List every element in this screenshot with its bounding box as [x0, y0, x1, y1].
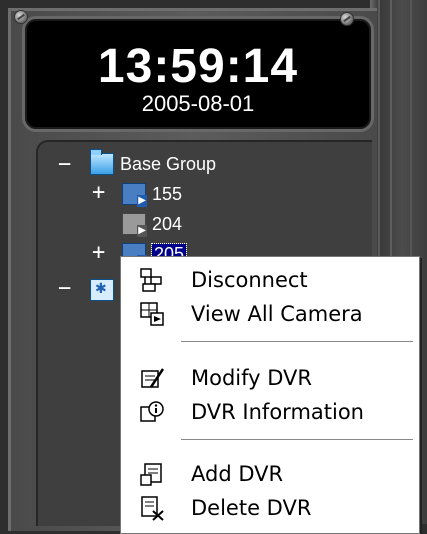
- menu-item-label: Add DVR: [191, 462, 284, 486]
- menu-separator: [181, 341, 413, 343]
- menu-item-view-all-camera[interactable]: View All Camera: [121, 297, 419, 331]
- dvr-information-icon: [139, 399, 165, 425]
- clock-date: 2005-08-01: [141, 91, 255, 116]
- menu-item-disconnect[interactable]: Disconnect: [121, 263, 419, 297]
- dvr-connected-icon: [122, 183, 148, 207]
- clock-display: 13:59:14 2005-08-01: [22, 16, 374, 132]
- view-all-camera-icon: [139, 301, 165, 327]
- menu-item-delete-dvr[interactable]: Delete DVR: [121, 491, 419, 525]
- tree-expand-toggle[interactable]: +: [92, 180, 105, 205]
- tree-collapse-toggle[interactable]: −: [58, 276, 71, 301]
- menu-item-label: Delete DVR: [191, 496, 312, 520]
- tree-item-204[interactable]: 204: [122, 212, 183, 237]
- menu-separator: [181, 439, 413, 441]
- screw-icon: [14, 10, 28, 24]
- delete-dvr-icon: [139, 495, 165, 521]
- tree-item-base-group[interactable]: Base Group: [90, 149, 217, 176]
- context-menu: Disconnect View All Camera Modify DVR DV…: [120, 256, 420, 534]
- favorite-folder-icon: [90, 279, 114, 301]
- tree-expand-toggle[interactable]: +: [92, 240, 105, 265]
- menu-item-label: Disconnect: [191, 268, 308, 292]
- tree-item-label: 155: [152, 183, 183, 204]
- tree-collapse-toggle[interactable]: −: [58, 152, 71, 177]
- folder-icon: [90, 149, 114, 175]
- tree-item-label: Base Group: [120, 153, 217, 174]
- menu-item-label: View All Camera: [191, 302, 363, 326]
- tree-item-label: 204: [152, 213, 183, 234]
- menu-item-modify-dvr[interactable]: Modify DVR: [121, 361, 419, 395]
- menu-item-label: Modify DVR: [191, 366, 313, 390]
- tree-item-155[interactable]: 155: [122, 182, 183, 207]
- screw-icon: [340, 12, 354, 26]
- add-dvr-icon: [139, 461, 165, 487]
- clock-time: 13:59:14: [97, 40, 299, 93]
- menu-item-add-dvr[interactable]: Add DVR: [121, 457, 419, 491]
- menu-item-dvr-information[interactable]: DVR Information: [121, 395, 419, 429]
- dvr-disconnected-icon: [122, 213, 148, 237]
- menu-item-label: DVR Information: [191, 400, 364, 424]
- disconnect-icon: [139, 267, 165, 293]
- modify-dvr-icon: [139, 365, 165, 391]
